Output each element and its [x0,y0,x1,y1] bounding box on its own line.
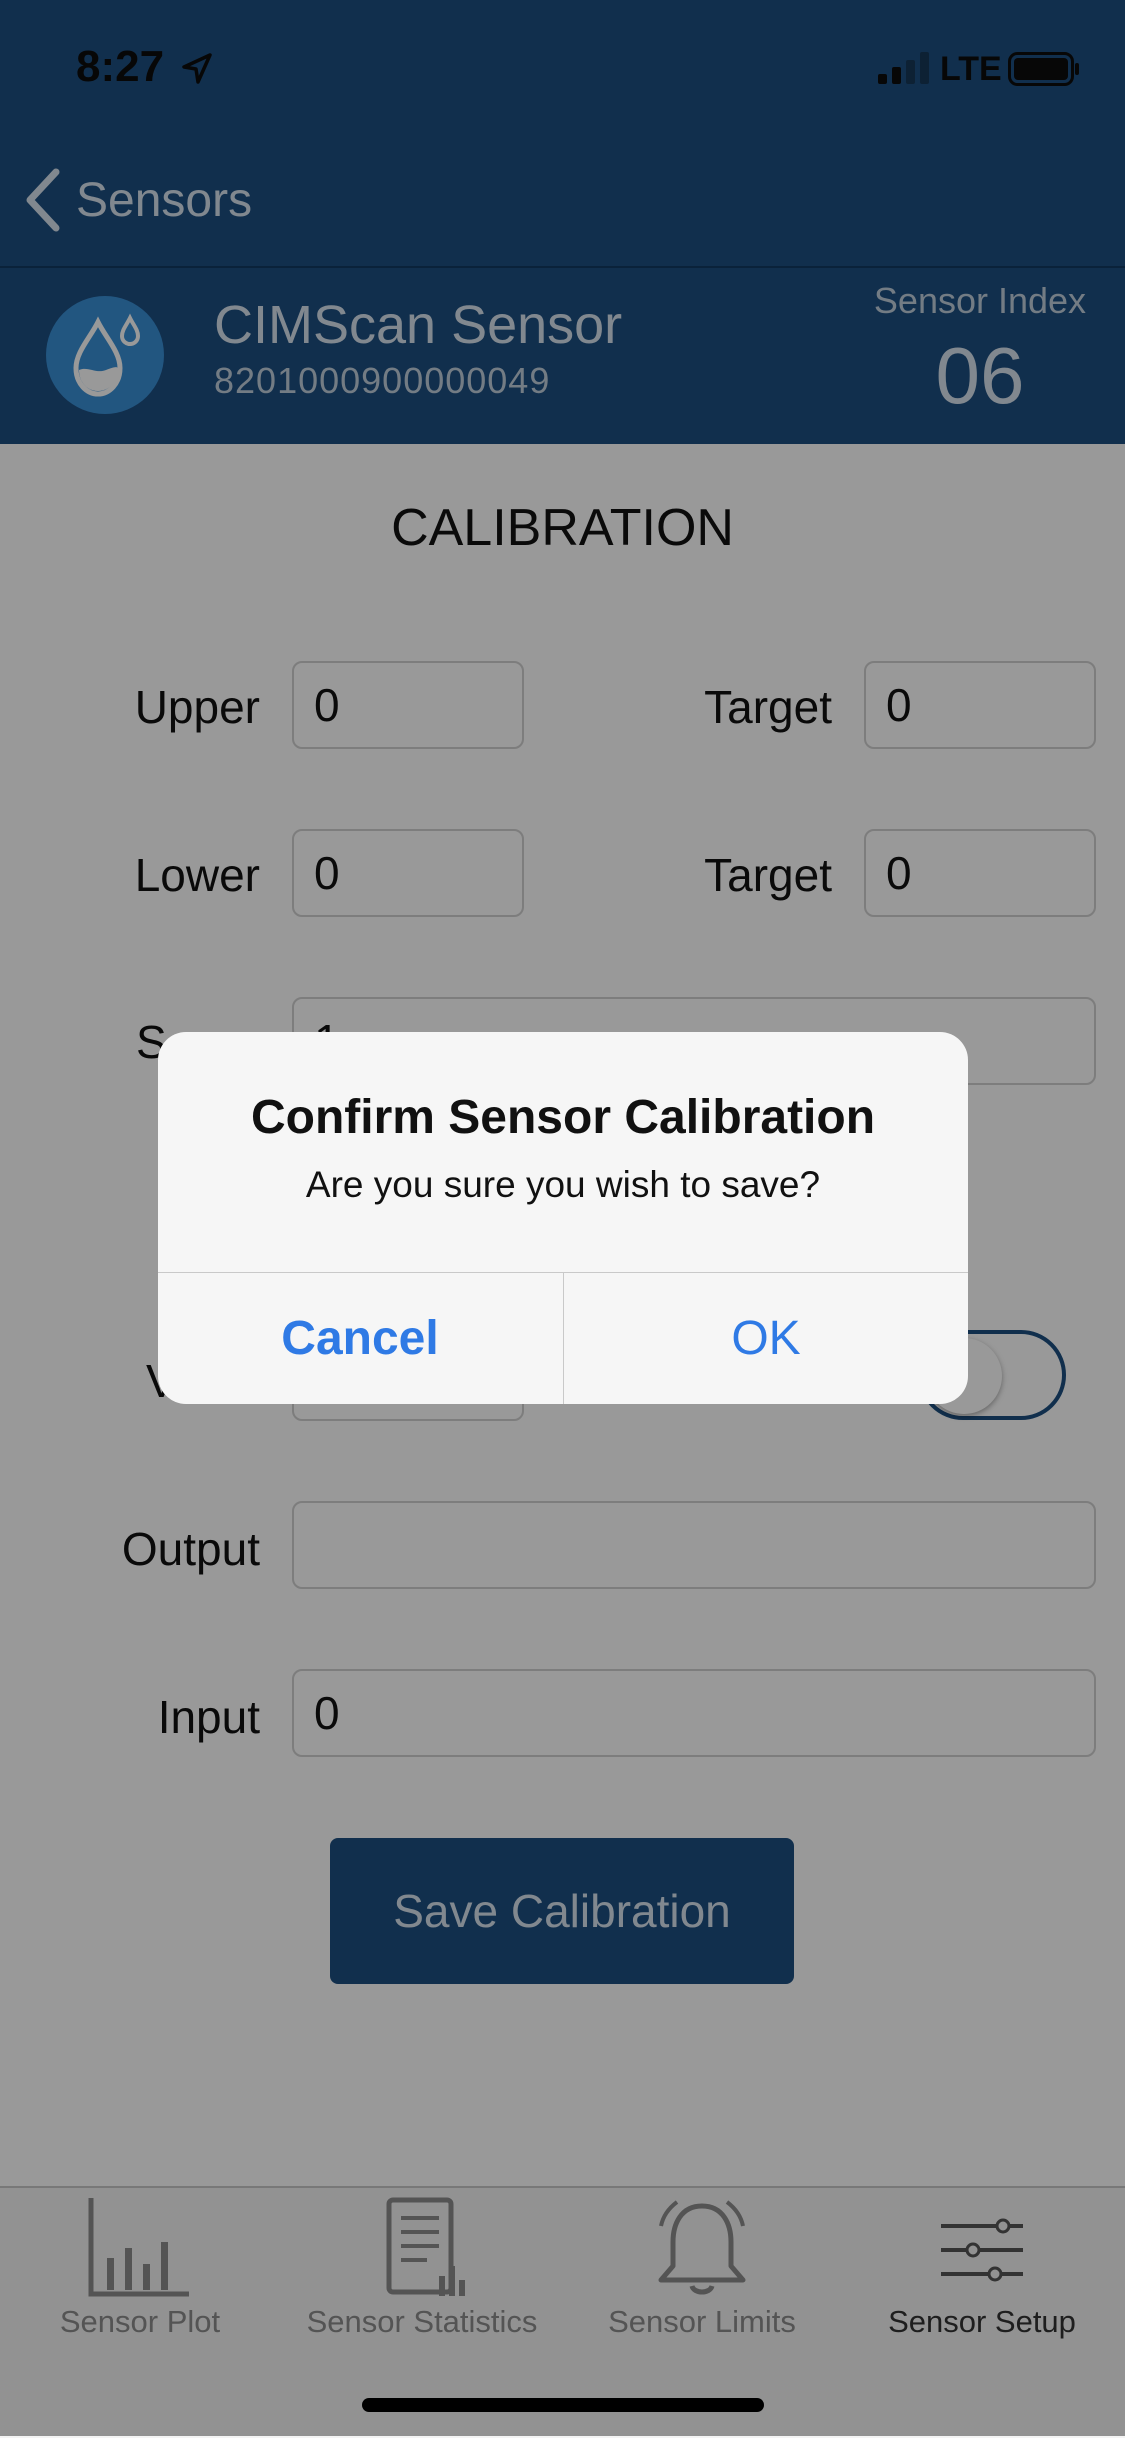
home-indicator[interactable] [362,2398,764,2412]
alert-message: Are you sure you wish to save? [305,1164,821,1205]
alert-title: Confirm Sensor Calibration [250,1091,876,1144]
confirm-alert-dialog: Confirm Sensor Calibration Are you sure … [158,1032,968,1404]
ok-button[interactable]: OK [564,1273,968,1404]
cancel-button[interactable]: Cancel [158,1273,562,1404]
